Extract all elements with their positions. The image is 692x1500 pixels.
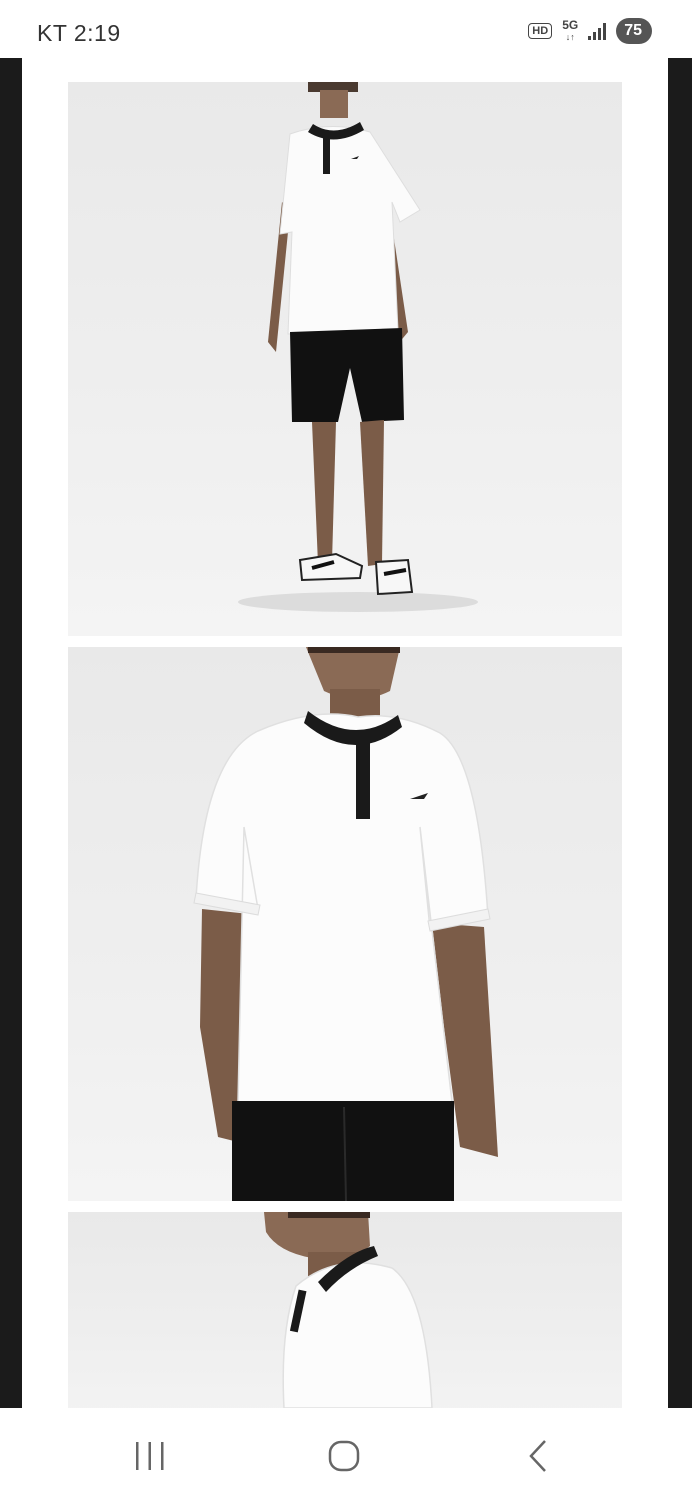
hd-icon: HD [528, 23, 553, 39]
recent-apps-icon [136, 1442, 164, 1470]
side-profile-model-photo[interactable] [68, 1212, 622, 1408]
status-bar: KT 2:19 HD 5G ↓↑ 75 [0, 0, 692, 58]
recent-apps-button[interactable] [120, 1434, 180, 1478]
signal-icon [588, 22, 607, 40]
image-page[interactable] [22, 58, 668, 1408]
carrier-time: KT 2:19 [37, 20, 121, 46]
navigation-bar [0, 1408, 692, 1500]
home-icon [328, 1440, 360, 1472]
upper-body-model-photo[interactable] [68, 647, 622, 1201]
full-body-model-photo[interactable] [68, 82, 622, 636]
network-arrows: ↓↑ [565, 31, 575, 42]
status-icons: HD 5G ↓↑ 75 [528, 18, 652, 44]
back-button[interactable] [508, 1434, 568, 1478]
network-5g-icon: 5G ↓↑ [562, 17, 579, 43]
back-icon [529, 1440, 546, 1472]
battery-icon: 75 [616, 18, 652, 44]
image-viewer[interactable] [0, 58, 692, 1408]
network-5g-label: 5G [562, 17, 579, 32]
home-button[interactable] [314, 1434, 374, 1478]
